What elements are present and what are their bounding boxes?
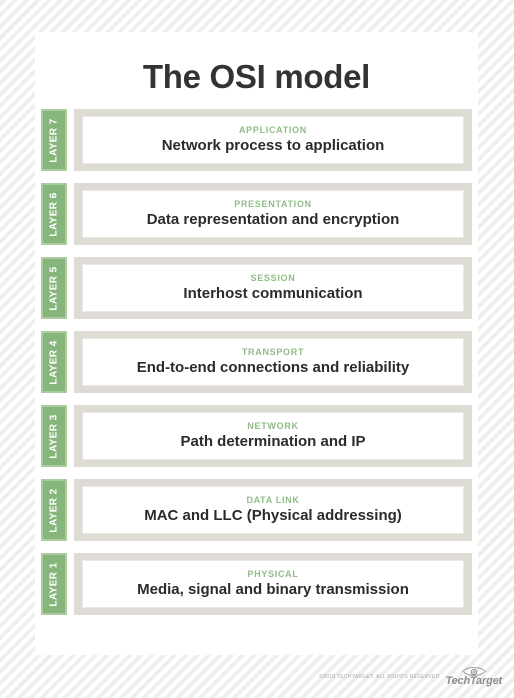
- layer-box: PHYSICAL Media, signal and binary transm…: [82, 560, 464, 609]
- copyright-text: ©2019 TECHTARGET, ALL RIGHTS RESERVED: [319, 674, 440, 680]
- layer-name: PRESENTATION: [234, 199, 312, 210]
- layer-frame: SESSION Interhost communication: [74, 257, 472, 320]
- diagram-card: The OSI model LAYER 7 APPLICATION Networ…: [35, 32, 478, 655]
- layer-row: LAYER 7 APPLICATION Network process to a…: [41, 109, 472, 172]
- layer-box: SESSION Interhost communication: [82, 264, 464, 313]
- layer-tab-2: LAYER 2: [41, 479, 67, 542]
- layer-description: Interhost communication: [183, 284, 363, 302]
- layer-description: Network process to application: [161, 136, 385, 154]
- layer-tab-6: LAYER 6: [41, 183, 67, 246]
- layer-tab-label: LAYER 3: [48, 414, 60, 459]
- layer-tab-4: LAYER 4: [41, 331, 67, 394]
- layer-name: SESSION: [250, 273, 296, 284]
- logo-text: TechTarget: [445, 675, 503, 687]
- layer-frame: DATA LINK MAC and LLC (Physical addressi…: [74, 479, 472, 542]
- layer-row: LAYER 4 TRANSPORT End-to-end connections…: [41, 331, 472, 394]
- layer-box: APPLICATION Network process to applicati…: [82, 116, 464, 165]
- layer-row: LAYER 1 PHYSICAL Media, signal and binar…: [41, 553, 472, 616]
- layer-box: PRESENTATION Data representation and enc…: [82, 190, 464, 239]
- layer-tab-1: LAYER 1: [41, 553, 67, 616]
- layer-frame: APPLICATION Network process to applicati…: [74, 109, 472, 172]
- layer-tab-label: LAYER 6: [48, 192, 60, 237]
- layer-tab-label: LAYER 2: [48, 488, 60, 533]
- footer: ©2019 TECHTARGET, ALL RIGHTS RESERVED Te…: [0, 662, 514, 698]
- layer-name: NETWORK: [247, 421, 299, 432]
- layer-name: TRANSPORT: [241, 347, 305, 358]
- layer-tab-label: LAYER 4: [48, 340, 60, 385]
- layer-name: DATA LINK: [246, 495, 300, 506]
- layer-frame: PHYSICAL Media, signal and binary transm…: [74, 553, 472, 616]
- layer-name: PHYSICAL: [247, 569, 299, 580]
- layer-tab-label: LAYER 5: [48, 266, 60, 311]
- layer-box: NETWORK Path determination and IP: [82, 412, 464, 461]
- layer-box: TRANSPORT End-to-end connections and rel…: [82, 338, 464, 387]
- layer-frame: PRESENTATION Data representation and enc…: [74, 183, 472, 246]
- page-title: The OSI model: [142, 58, 371, 95]
- layer-frame: NETWORK Path determination and IP: [74, 405, 472, 468]
- layer-description: Data representation and encryption: [146, 210, 400, 228]
- layer-description: End-to-end connections and reliability: [136, 358, 410, 376]
- techtarget-logo: TechTarget: [446, 665, 502, 687]
- layer-frame: TRANSPORT End-to-end connections and rel…: [74, 331, 472, 394]
- layer-list: LAYER 7 APPLICATION Network process to a…: [35, 109, 478, 616]
- layer-tab-label: LAYER 7: [48, 118, 60, 163]
- layer-row: LAYER 5 SESSION Interhost communication: [41, 257, 472, 320]
- layer-name: APPLICATION: [238, 125, 308, 136]
- layer-tab-7: LAYER 7: [41, 109, 67, 172]
- layer-tab-label: LAYER 1: [48, 562, 60, 607]
- layer-row: LAYER 3 NETWORK Path determination and I…: [41, 405, 472, 468]
- layer-box: DATA LINK MAC and LLC (Physical addressi…: [82, 486, 464, 535]
- layer-description: Media, signal and binary transmission: [137, 580, 409, 598]
- layer-description: Path determination and IP: [180, 432, 366, 450]
- layer-description: MAC and LLC (Physical addressing): [144, 506, 402, 524]
- layer-row: LAYER 6 PRESENTATION Data representation…: [41, 183, 472, 246]
- layer-tab-3: LAYER 3: [41, 405, 67, 468]
- layer-tab-5: LAYER 5: [41, 257, 67, 320]
- layer-row: LAYER 2 DATA LINK MAC and LLC (Physical …: [41, 479, 472, 542]
